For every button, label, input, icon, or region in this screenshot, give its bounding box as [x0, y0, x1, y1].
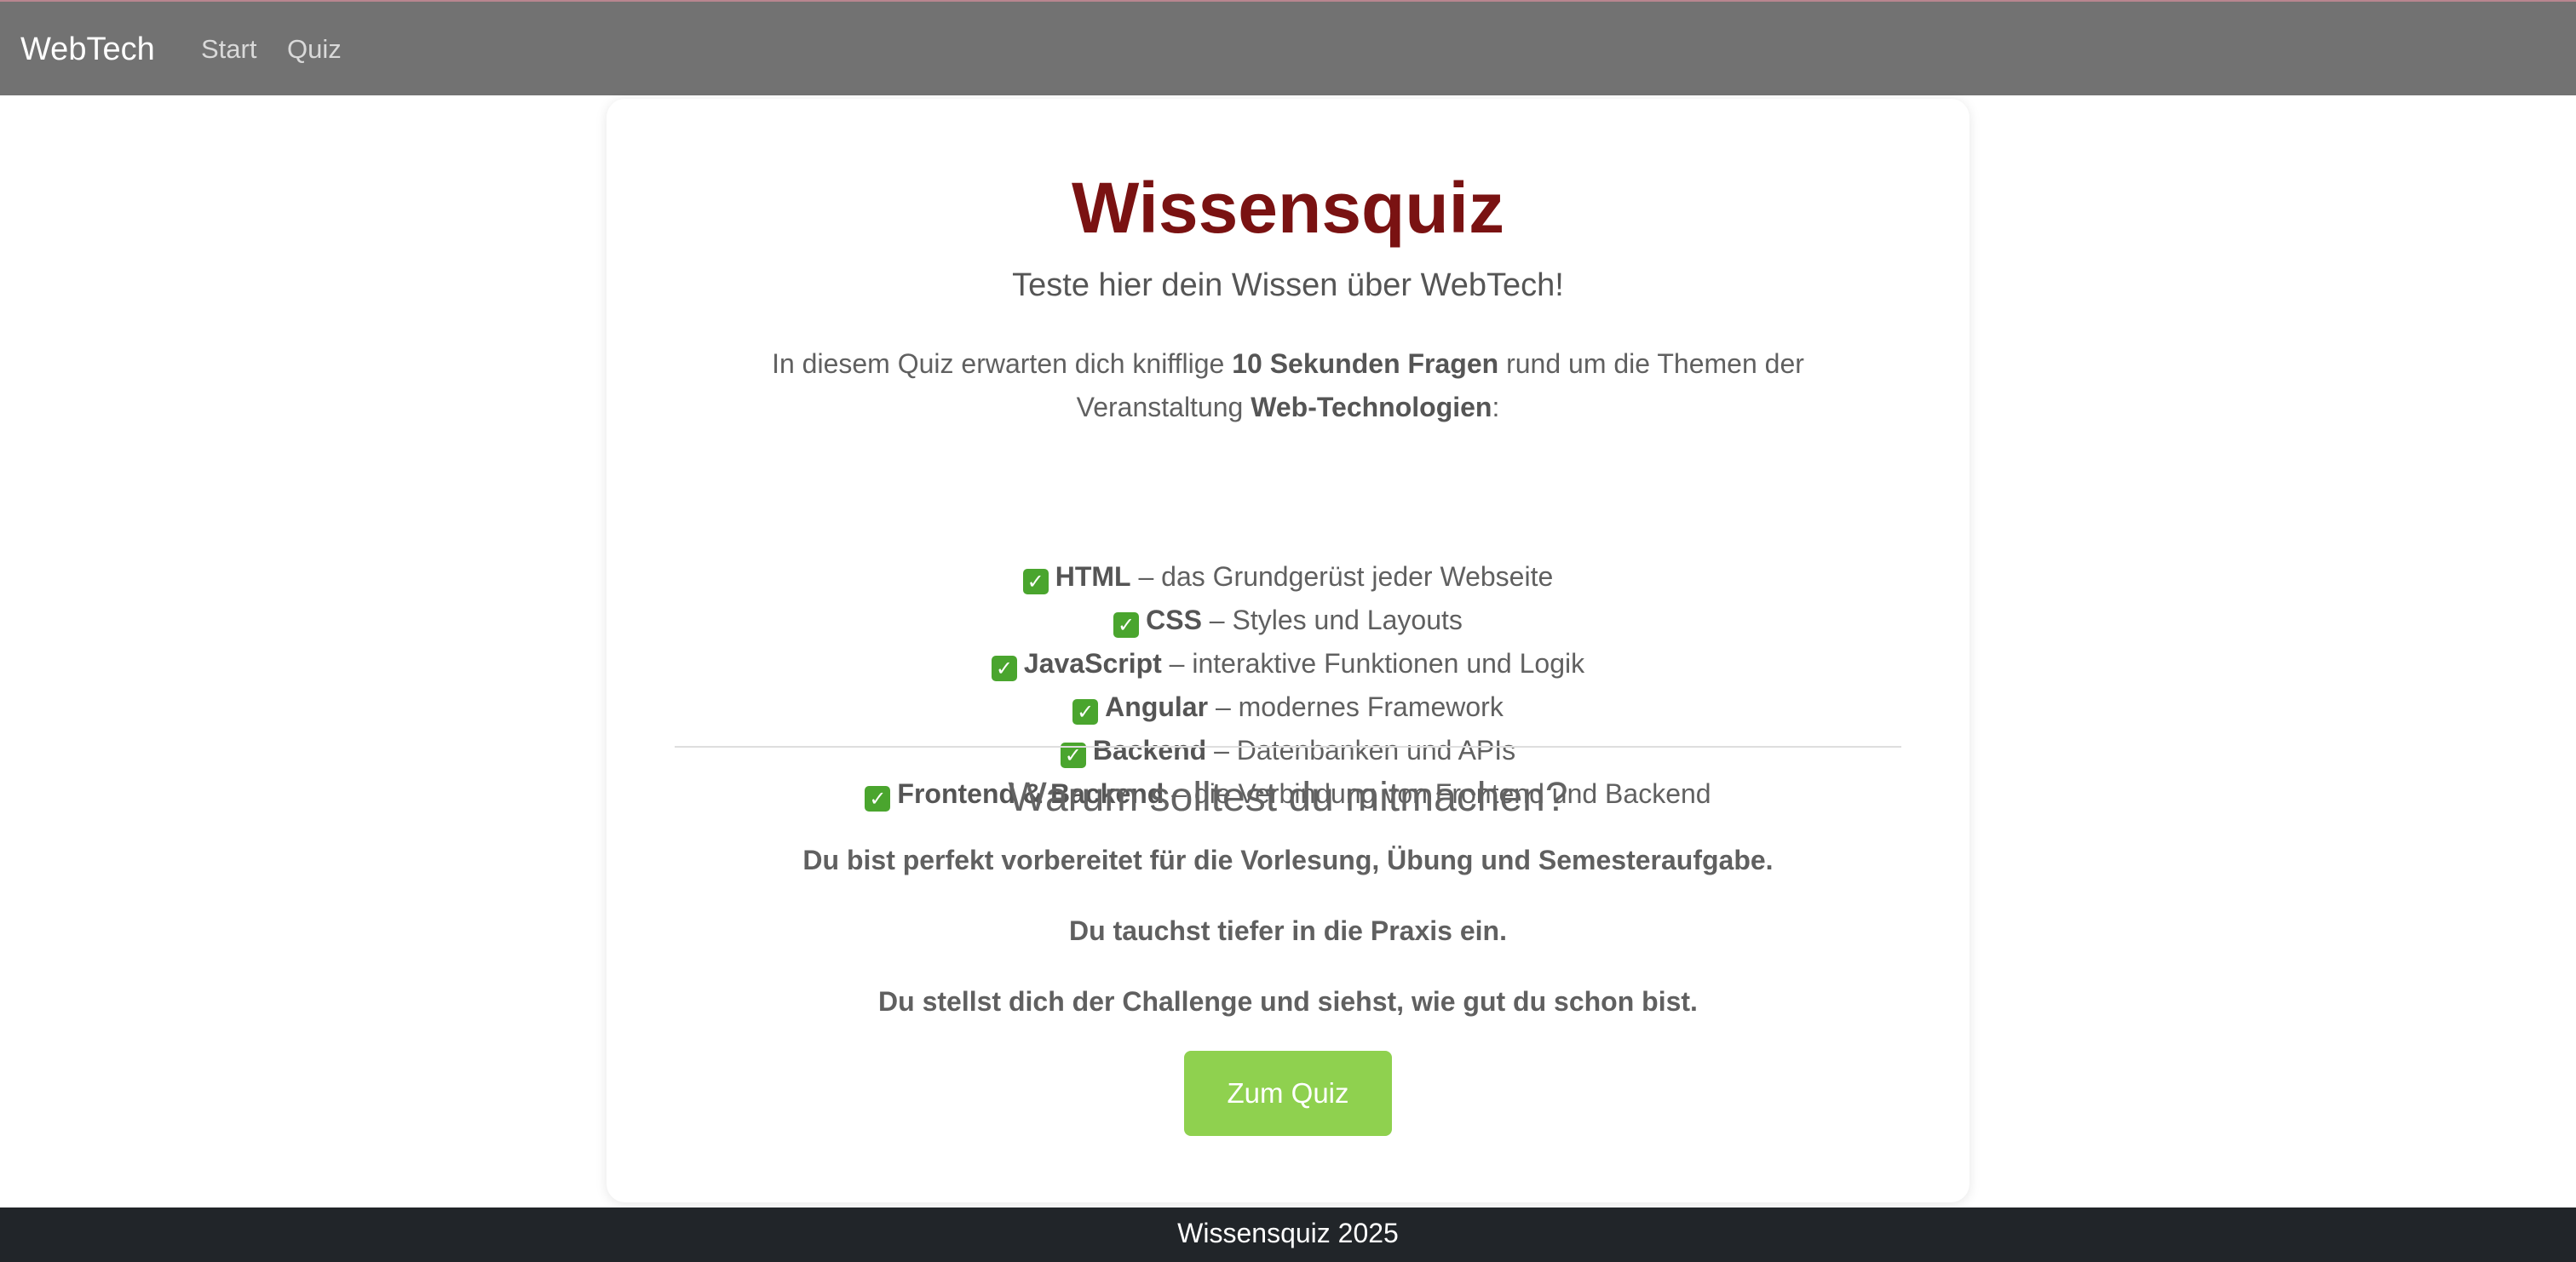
topic-description: – interaktive Funktionen und Logik [1161, 648, 1585, 679]
topic-item-javascript: ✓ JavaScript – interaktive Funktionen und… [607, 642, 1969, 685]
topic-name: Backend [1092, 735, 1207, 766]
page-subtitle: Teste hier dein Wissen über WebTech! [1012, 267, 1564, 303]
reason-text: Du tauchst tiefer in die Praxis ein. [1069, 915, 1507, 946]
footer: Wissensquiz 2025 [0, 1208, 2576, 1262]
topic-description: – modernes Framework [1208, 691, 1504, 722]
intro-text-3: : [1492, 392, 1500, 422]
intro-text-1: In diesem Quiz erwarten dich knifflige [772, 348, 1233, 379]
topic-description: – das Grundgerüst jeder Webseite [1130, 561, 1554, 592]
topic-name: Angular [1105, 691, 1209, 722]
check-icon: ✓ [1113, 612, 1140, 638]
section-divider [675, 746, 1901, 748]
brand-link[interactable]: WebTech [20, 27, 155, 72]
intro-bold-1: 10 Sekunden Fragen [1232, 348, 1499, 379]
nav-link-quiz[interactable]: Quiz [287, 31, 342, 68]
top-navbar: WebTech Start Quiz [0, 0, 2576, 95]
intro-paragraph: In diesem Quiz erwarten dich knifflige 1… [734, 342, 1842, 429]
why-heading: Warum solltest du mitmachen? [1008, 775, 1568, 820]
topic-name: HTML [1055, 561, 1131, 592]
topic-name: JavaScript [1023, 648, 1162, 679]
reason-text: Du stellst dich der Challenge und siehst… [878, 986, 1698, 1017]
check-icon: ✓ [1022, 569, 1049, 594]
quiz-intro-card: Wissensquiz Teste hier dein Wissen über … [607, 99, 1969, 1202]
check-icon: ✓ [991, 656, 1017, 681]
topic-item-css: ✓ CSS – Styles und Layouts [607, 599, 1969, 642]
topic-description: – Datenbanken und APIs [1206, 735, 1516, 766]
topic-description: – Styles und Layouts [1201, 605, 1463, 635]
check-icon: ✓ [1072, 699, 1099, 725]
intro-bold-2: Web-Technologien [1251, 392, 1492, 422]
nav-link-start[interactable]: Start [201, 31, 256, 68]
topic-name: CSS [1146, 605, 1202, 635]
reason-text: Du bist perfekt vorbereitet für die Vorl… [802, 845, 1774, 875]
topic-item-backend: ✓ Backend – Datenbanken und APIs [607, 729, 1969, 772]
start-quiz-button[interactable]: Zum Quiz [1184, 1051, 1392, 1136]
topic-item-html: ✓ HTML – das Grundgerüst jeder Webseite [607, 555, 1969, 599]
footer-text: Wissensquiz 2025 [1177, 1218, 1399, 1248]
topic-item-angular: ✓ Angular – modernes Framework [607, 685, 1969, 729]
page-title: Wissensquiz [1071, 168, 1505, 248]
